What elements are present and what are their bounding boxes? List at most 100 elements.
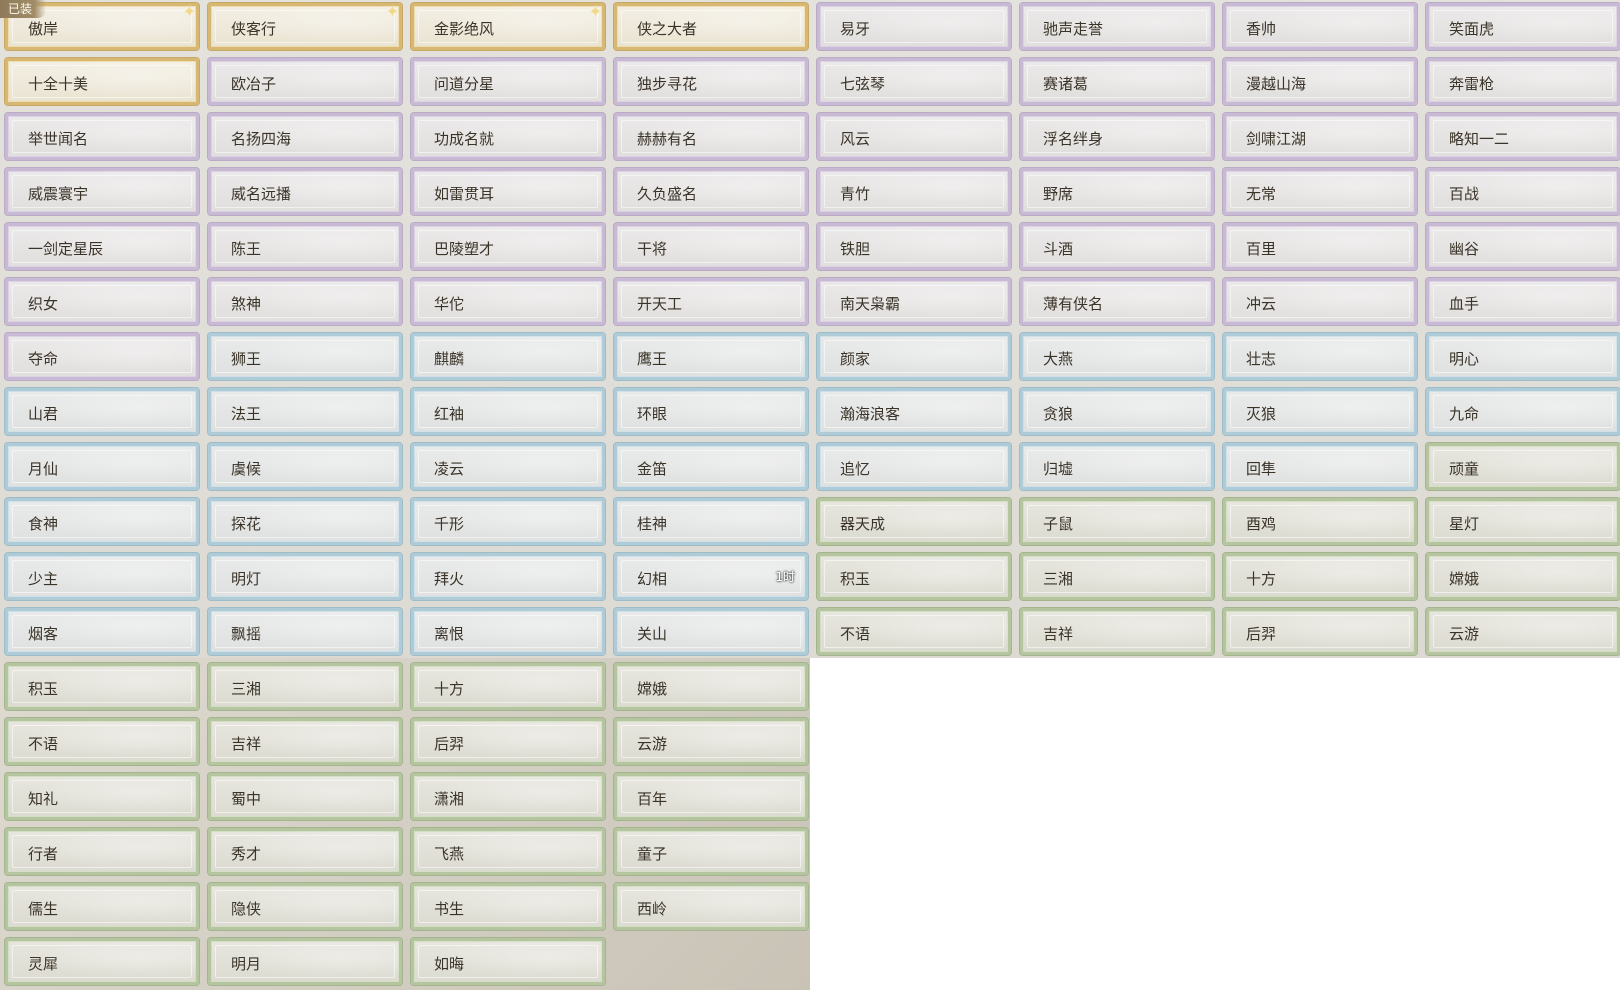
title-tile[interactable]: 干将	[614, 223, 808, 270]
title-tile[interactable]: 虞候	[208, 443, 402, 490]
title-tile[interactable]: 一剑定星辰	[5, 223, 199, 270]
title-tile[interactable]: 七弦琴	[817, 58, 1011, 105]
title-tile[interactable]: 嫦娥	[1426, 553, 1620, 600]
title-tile[interactable]: 探花	[208, 498, 402, 545]
title-tile[interactable]: 驰声走誉	[1020, 3, 1214, 50]
title-tile[interactable]: 不语	[5, 718, 199, 765]
title-tile[interactable]: 久负盛名	[614, 168, 808, 215]
title-tile[interactable]: 后羿	[1223, 608, 1417, 655]
title-tile[interactable]: 明灯	[208, 553, 402, 600]
title-tile[interactable]: 煞神	[208, 278, 402, 325]
title-tile[interactable]: 潇湘	[411, 773, 605, 820]
title-tile[interactable]: 云游	[1426, 608, 1620, 655]
title-tile[interactable]: 西岭	[614, 883, 808, 930]
title-tile[interactable]: 隐侠	[208, 883, 402, 930]
title-tile[interactable]: 嫦娥	[614, 663, 808, 710]
title-tile[interactable]: 冲云	[1223, 278, 1417, 325]
title-tile[interactable]: 举世闻名	[5, 113, 199, 160]
title-tile[interactable]: 功成名就	[411, 113, 605, 160]
title-tile[interactable]: 如晦	[411, 938, 605, 985]
title-tile[interactable]: 大燕	[1020, 333, 1214, 380]
title-tile[interactable]: 积玉	[817, 553, 1011, 600]
title-tile[interactable]: 开天工	[614, 278, 808, 325]
title-tile[interactable]: 薄有侠名	[1020, 278, 1214, 325]
title-tile[interactable]: 千形	[411, 498, 605, 545]
title-tile[interactable]: 问道分星	[411, 58, 605, 105]
title-tile[interactable]: 吉祥	[208, 718, 402, 765]
title-tile[interactable]: 云游	[614, 718, 808, 765]
title-tile[interactable]: 红袖	[411, 388, 605, 435]
title-tile[interactable]: 壮志	[1223, 333, 1417, 380]
title-tile[interactable]: 三湘	[1020, 553, 1214, 600]
title-tile[interactable]: 追忆	[817, 443, 1011, 490]
title-tile[interactable]: 十全十美	[5, 58, 199, 105]
title-tile[interactable]: 后羿	[411, 718, 605, 765]
title-tile[interactable]: 灵犀	[5, 938, 199, 985]
title-tile[interactable]: 九命	[1426, 388, 1620, 435]
title-tile[interactable]: 陈王	[208, 223, 402, 270]
title-tile[interactable]: 幽谷	[1426, 223, 1620, 270]
title-tile[interactable]: 桂神	[614, 498, 808, 545]
title-tile[interactable]: 剑啸江湖	[1223, 113, 1417, 160]
title-tile[interactable]: 奔雷枪	[1426, 58, 1620, 105]
title-tile[interactable]: 青竹	[817, 168, 1011, 215]
title-tile[interactable]: 如雷贯耳	[411, 168, 605, 215]
title-tile[interactable]: 知礼	[5, 773, 199, 820]
title-tile[interactable]: 略知一二	[1426, 113, 1620, 160]
title-tile[interactable]: 顽童	[1426, 443, 1620, 490]
title-tile[interactable]: 独步寻花	[614, 58, 808, 105]
title-tile[interactable]: 风云	[817, 113, 1011, 160]
title-tile[interactable]: 秀才	[208, 828, 402, 875]
title-tile[interactable]: 回隼	[1223, 443, 1417, 490]
title-tile[interactable]: 积玉	[5, 663, 199, 710]
title-tile[interactable]: 百战	[1426, 168, 1620, 215]
title-tile[interactable]: 关山	[614, 608, 808, 655]
title-tile[interactable]: 飘摇	[208, 608, 402, 655]
title-tile[interactable]: 酉鸡	[1223, 498, 1417, 545]
title-tile[interactable]: 铁胆	[817, 223, 1011, 270]
title-tile[interactable]: 贪狼	[1020, 388, 1214, 435]
title-tile[interactable]: 食神	[5, 498, 199, 545]
title-tile[interactable]: 鹰王	[614, 333, 808, 380]
title-tile[interactable]: 笑面虎	[1426, 3, 1620, 50]
title-tile[interactable]: 威名远播	[208, 168, 402, 215]
title-tile[interactable]: 吉祥	[1020, 608, 1214, 655]
title-tile[interactable]: 行者	[5, 828, 199, 875]
title-tile[interactable]: 十方	[411, 663, 605, 710]
title-tile[interactable]: 巴陵塑才	[411, 223, 605, 270]
title-tile[interactable]: 法王	[208, 388, 402, 435]
title-tile[interactable]: 颜家	[817, 333, 1011, 380]
title-tile[interactable]: 烟客	[5, 608, 199, 655]
title-tile[interactable]: 儒生	[5, 883, 199, 930]
title-tile[interactable]: 金笛	[614, 443, 808, 490]
title-tile[interactable]: 血手	[1426, 278, 1620, 325]
title-tile[interactable]: 赛诸葛	[1020, 58, 1214, 105]
title-tile[interactable]: 欧冶子	[208, 58, 402, 105]
title-tile[interactable]: 拜火	[411, 553, 605, 600]
title-tile[interactable]: 漫越山海	[1223, 58, 1417, 105]
title-tile[interactable]: 名扬四海	[208, 113, 402, 160]
title-tile[interactable]: 不语	[817, 608, 1011, 655]
title-tile[interactable]: 侠之大者	[614, 3, 808, 50]
title-tile[interactable]: 三湘	[208, 663, 402, 710]
title-tile[interactable]: 飞燕	[411, 828, 605, 875]
title-tile[interactable]: 狮王	[208, 333, 402, 380]
title-tile[interactable]: 野席	[1020, 168, 1214, 215]
title-tile[interactable]: 易牙	[817, 3, 1011, 50]
title-tile[interactable]: 斗酒	[1020, 223, 1214, 270]
title-tile[interactable]: 侠客行 ✦	[208, 2, 402, 50]
title-tile[interactable]: 夺命	[5, 333, 199, 380]
title-tile[interactable]: 书生	[411, 883, 605, 930]
title-tile[interactable]: 星灯	[1426, 498, 1620, 545]
title-tile[interactable]: 金影绝风 ✦	[411, 2, 605, 50]
title-tile[interactable]: 环眼	[614, 388, 808, 435]
title-tile[interactable]: 无常	[1223, 168, 1417, 215]
title-tile[interactable]: 香帅	[1223, 3, 1417, 50]
title-tile[interactable]: 浮名绊身	[1020, 113, 1214, 160]
title-tile[interactable]: 子鼠	[1020, 498, 1214, 545]
title-tile[interactable]: 幻相 1时	[614, 553, 808, 600]
title-tile[interactable]: 威震寰宇	[5, 168, 199, 215]
title-tile[interactable]: 十方	[1223, 553, 1417, 600]
title-tile[interactable]: 离恨	[411, 608, 605, 655]
title-tile[interactable]: 凌云	[411, 443, 605, 490]
